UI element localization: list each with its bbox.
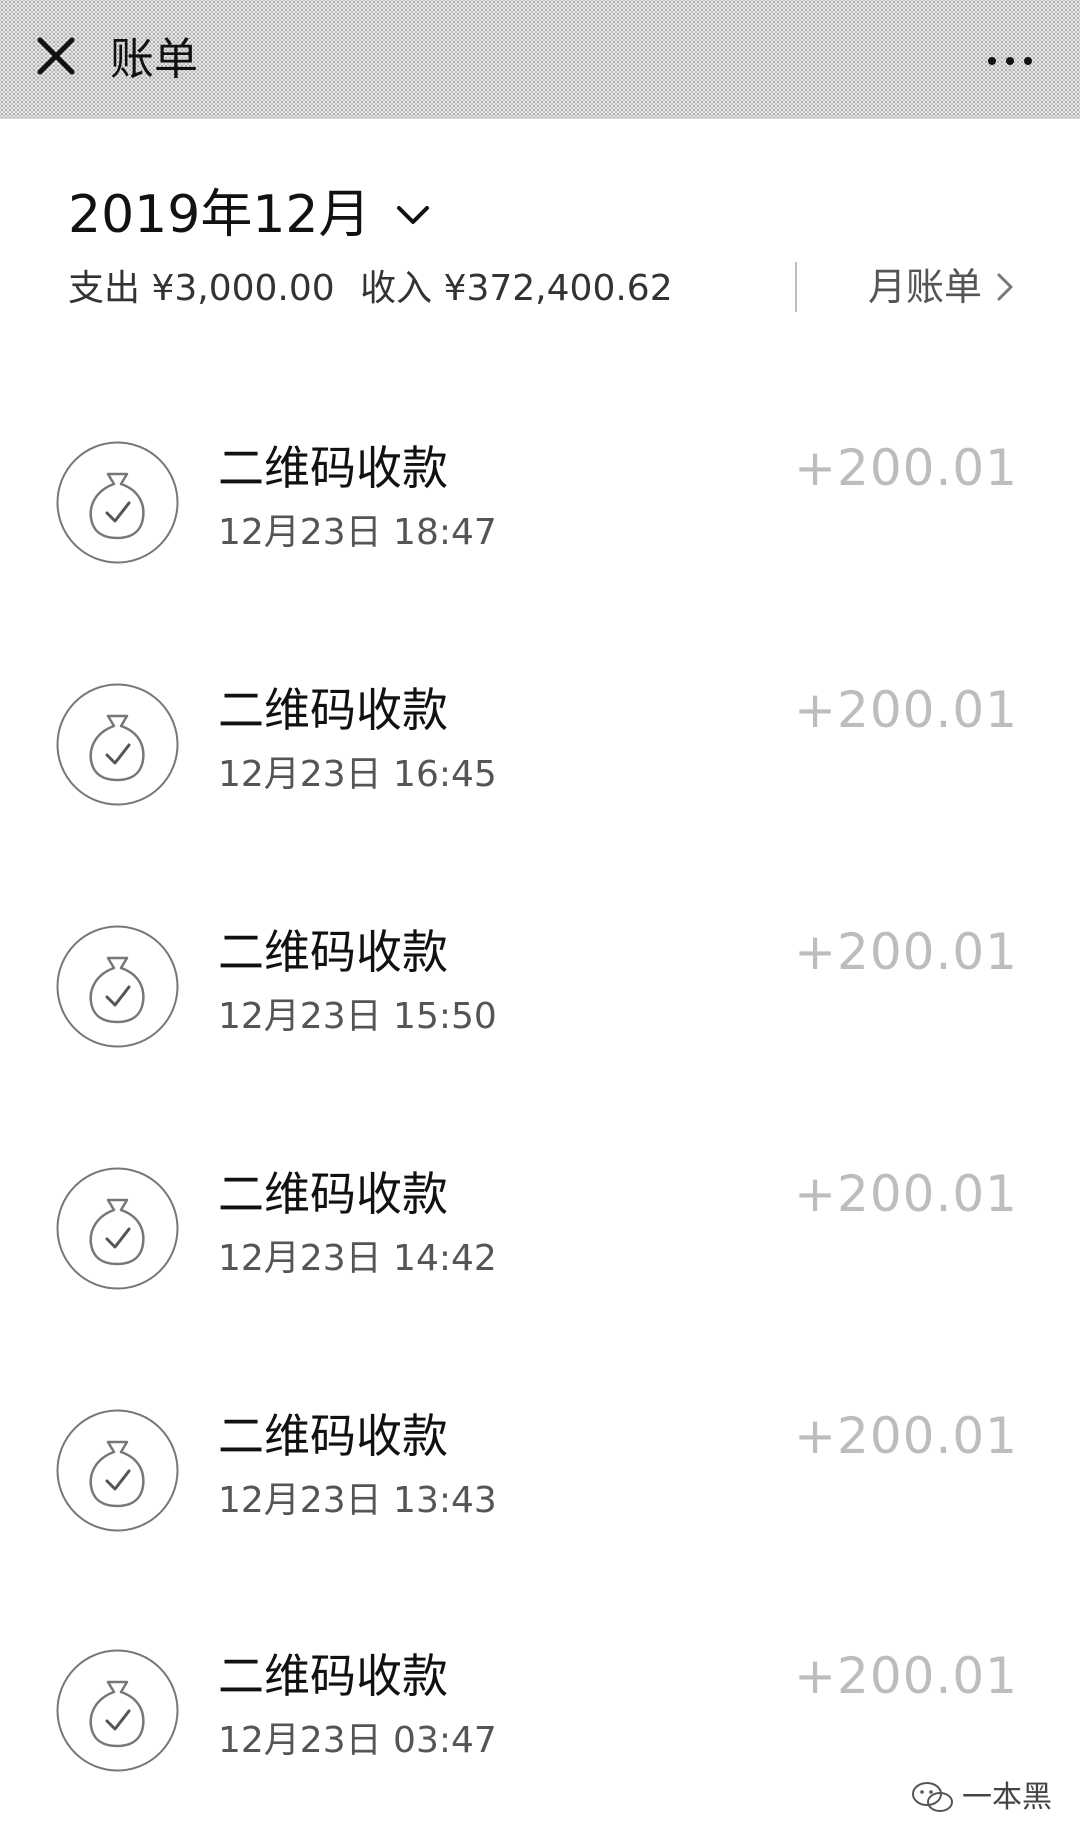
transaction-title: 二维码收款 (218, 683, 448, 737)
transaction-amount: +200.01 (794, 681, 1018, 739)
close-icon (37, 37, 75, 75)
income-total: 收入 ¥372,400.62 (360, 268, 673, 309)
transaction-title: 二维码收款 (218, 1167, 448, 1221)
transaction-title: 二维码收款 (218, 925, 448, 979)
transaction-amount: +200.01 (794, 1647, 1018, 1705)
page-title: 账单 (110, 34, 198, 85)
month-summary: 支出 ¥3,000.00 收入 ¥372,400.62 (68, 264, 687, 314)
transaction-row[interactable]: 二维码收款 12月23日 14:42 +200.01 (0, 1136, 1080, 1336)
transaction-amount: +200.01 (794, 923, 1018, 981)
transaction-row[interactable]: 二维码收款 12月23日 18:47 +200.01 (0, 410, 1080, 610)
transaction-amount: +200.01 (794, 1165, 1018, 1223)
money-bag-icon (56, 925, 179, 1048)
transaction-amount: +200.01 (794, 439, 1018, 497)
top-bar: 账单 (0, 0, 1080, 119)
month-label: 2019年12月 (68, 185, 371, 245)
chevron-right-icon (997, 273, 1013, 301)
watermark-text: 一本黑 (962, 1780, 1052, 1815)
expense-total: 支出 ¥3,000.00 (68, 268, 335, 309)
transaction-row[interactable]: 二维码收款 12月23日 13:43 +200.01 (0, 1378, 1080, 1578)
transaction-time: 12月23日 14:42 (218, 1238, 497, 1279)
transaction-title: 二维码收款 (218, 441, 448, 495)
transaction-time: 12月23日 13:43 (218, 1480, 497, 1521)
money-bag-icon (56, 683, 179, 806)
transaction-amount: +200.01 (794, 1407, 1018, 1465)
transaction-time: 12月23日 16:45 (218, 754, 497, 795)
transaction-row[interactable]: 二维码收款 12月23日 16:45 +200.01 (0, 652, 1080, 852)
close-button[interactable] (28, 28, 84, 84)
transaction-title: 二维码收款 (218, 1409, 448, 1463)
transaction-time: 12月23日 18:47 (218, 512, 497, 553)
money-bag-icon (56, 1167, 179, 1290)
money-bag-icon (56, 441, 179, 564)
monthly-bill-link[interactable]: 月账单 (868, 262, 1014, 312)
more-button[interactable] (970, 36, 1050, 86)
watermark: 一本黑 (910, 1778, 1052, 1818)
month-picker[interactable]: 2019年12月 (68, 180, 431, 250)
money-bag-icon (56, 1649, 179, 1772)
money-bag-icon (56, 1409, 179, 1532)
monthly-bill-label: 月账单 (868, 265, 983, 309)
more-icon (983, 57, 1037, 65)
transaction-row[interactable]: 二维码收款 12月23日 15:50 +200.01 (0, 894, 1080, 1094)
transaction-time: 12月23日 15:50 (218, 996, 497, 1037)
summary-divider (795, 262, 797, 312)
transaction-title: 二维码收款 (218, 1649, 448, 1703)
wechat-icon (912, 1782, 953, 1812)
chevron-down-icon (396, 206, 429, 224)
transaction-time: 12月23日 03:47 (218, 1720, 497, 1761)
